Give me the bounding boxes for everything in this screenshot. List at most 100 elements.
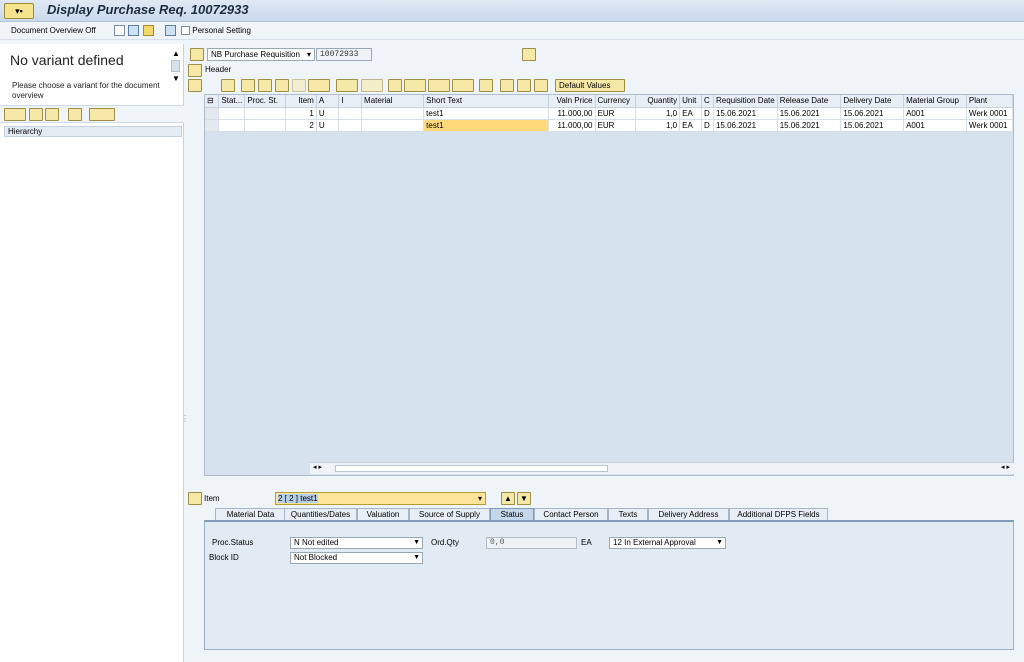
scroll-thumb[interactable] bbox=[171, 60, 180, 72]
table-cell[interactable]: D bbox=[701, 119, 714, 132]
sort-descending-icon[interactable] bbox=[258, 79, 272, 92]
purchase-requisition-cart-icon[interactable] bbox=[190, 48, 204, 61]
column-header[interactable]: Release Date bbox=[777, 95, 842, 108]
table-cell[interactable]: U bbox=[316, 107, 340, 120]
table-cell[interactable]: 15.06.2021 bbox=[713, 107, 778, 120]
table-cell[interactable] bbox=[361, 107, 425, 120]
scroll-up-icon[interactable]: ▲ bbox=[171, 49, 181, 58]
table-cell[interactable]: 11.000,00 bbox=[548, 107, 596, 120]
column-header[interactable]: Delivery Date bbox=[840, 95, 905, 108]
table-cell[interactable] bbox=[338, 119, 363, 132]
views-icon[interactable] bbox=[404, 79, 426, 92]
document-type-select[interactable]: NB Purchase Requisition ▾ bbox=[207, 48, 315, 61]
filter-icon[interactable] bbox=[308, 79, 330, 92]
new-document-icon[interactable] bbox=[114, 25, 125, 37]
row-selector[interactable] bbox=[205, 107, 220, 120]
print-preview-icon[interactable] bbox=[522, 48, 536, 61]
splitter-handle[interactable]: ⋮ bbox=[181, 414, 189, 423]
scroll-right-icon[interactable]: ◂ ▸ bbox=[1001, 463, 1010, 471]
account-assignment-icon[interactable] bbox=[534, 79, 548, 92]
table-cell[interactable] bbox=[244, 107, 287, 120]
table-cell[interactable]: EA bbox=[679, 107, 703, 120]
column-header[interactable]: Quantity bbox=[635, 95, 681, 108]
table-cell[interactable]: 2 bbox=[285, 119, 317, 132]
table-cell[interactable]: Werk 0001 bbox=[966, 119, 1014, 132]
table-cell[interactable]: A001 bbox=[903, 107, 967, 120]
column-header[interactable]: Material bbox=[361, 95, 425, 108]
document-number-field[interactable]: 10072933 bbox=[316, 48, 372, 61]
table-cell[interactable]: test1 bbox=[423, 107, 549, 120]
table-row[interactable]: 2 U test1 11.000,00 EUR 1,0 EA D 15.06.2… bbox=[205, 119, 1014, 132]
table-cell[interactable] bbox=[361, 119, 425, 132]
sort-ascending-icon[interactable] bbox=[241, 79, 255, 92]
info-icon[interactable] bbox=[479, 79, 493, 92]
export-icon[interactable] bbox=[428, 79, 450, 92]
find-icon[interactable] bbox=[68, 108, 82, 121]
table-cell[interactable]: Werk 0001 bbox=[966, 107, 1014, 120]
scroll-left-icon[interactable]: ◂ ▸ bbox=[313, 463, 322, 471]
subtotal-icon[interactable] bbox=[361, 79, 383, 92]
layout-icon[interactable] bbox=[452, 79, 474, 92]
column-header[interactable]: A bbox=[316, 95, 340, 108]
table-cell-selected[interactable]: test1 bbox=[423, 119, 549, 132]
document-overview-off-button[interactable]: Document Overview Off bbox=[11, 25, 96, 37]
table-cell[interactable]: 15.06.2021 bbox=[777, 107, 842, 120]
personal-setting-button[interactable]: Personal Setting bbox=[181, 25, 251, 37]
table-cell[interactable]: EUR bbox=[595, 119, 637, 132]
table-cell[interactable]: 11.000,00 bbox=[548, 119, 596, 132]
layout-button[interactable] bbox=[89, 108, 115, 121]
previous-item-button[interactable]: ▲ bbox=[501, 492, 515, 505]
table-cell[interactable]: 15.06.2021 bbox=[713, 119, 778, 132]
select-all-icon[interactable] bbox=[500, 79, 514, 92]
info-icon[interactable] bbox=[165, 25, 176, 37]
find-icon[interactable] bbox=[275, 79, 289, 92]
copy-icon[interactable] bbox=[29, 108, 43, 121]
column-header[interactable]: I bbox=[338, 95, 363, 108]
display-change-icon[interactable] bbox=[128, 25, 139, 37]
column-header[interactable]: Stat... bbox=[218, 95, 246, 108]
selection-variant-button[interactable] bbox=[4, 108, 26, 121]
approval-status-select[interactable]: 12 In External Approval ▼ bbox=[609, 537, 726, 549]
column-header[interactable]: Short Text bbox=[423, 95, 549, 108]
table-cell[interactable]: 1,0 bbox=[635, 107, 681, 120]
table-cell[interactable] bbox=[338, 107, 363, 120]
select-all-cell[interactable]: ⊟ bbox=[205, 95, 220, 108]
column-header[interactable]: Requisition Date bbox=[713, 95, 778, 108]
next-item-button[interactable]: ▼ bbox=[517, 492, 531, 505]
table-cell[interactable] bbox=[244, 119, 287, 132]
table-cell[interactable] bbox=[218, 107, 246, 120]
column-header[interactable]: Proc. St. bbox=[244, 95, 287, 108]
table-cell[interactable]: 15.06.2021 bbox=[840, 107, 905, 120]
system-menu-icon[interactable]: ▾▪ bbox=[4, 3, 34, 19]
grid-horizontal-scrollbar[interactable]: ◂ ▸ ◂ ▸ bbox=[310, 462, 1014, 474]
table-cell[interactable] bbox=[218, 119, 246, 132]
item-overview-collapse-icon[interactable] bbox=[188, 79, 202, 92]
print-icon[interactable] bbox=[388, 79, 402, 92]
default-values-button[interactable]: Default Values bbox=[555, 79, 625, 92]
other-document-icon[interactable] bbox=[143, 25, 154, 37]
table-cell[interactable]: 15.06.2021 bbox=[840, 119, 905, 132]
item-detail-collapse-icon[interactable] bbox=[188, 492, 202, 505]
scroll-thumb[interactable] bbox=[335, 465, 608, 472]
table-cell[interactable]: EUR bbox=[595, 107, 637, 120]
table-cell[interactable]: A001 bbox=[903, 119, 967, 132]
table-cell[interactable]: 1,0 bbox=[635, 119, 681, 132]
column-header[interactable]: Material Group bbox=[903, 95, 967, 108]
table-cell[interactable]: D bbox=[701, 107, 714, 120]
refresh-icon[interactable] bbox=[45, 108, 59, 121]
left-pane-scrollbar[interactable]: ▲ ▼ bbox=[171, 49, 181, 95]
table-cell[interactable]: 1 bbox=[285, 107, 317, 120]
table-row[interactable]: 1 U test1 11.000,00 EUR 1,0 EA D 15.06.2… bbox=[205, 107, 1014, 120]
column-header[interactable]: Currency bbox=[595, 95, 637, 108]
scroll-down-icon[interactable]: ▼ bbox=[171, 74, 181, 83]
sum-icon[interactable] bbox=[336, 79, 358, 92]
table-cell[interactable]: U bbox=[316, 119, 340, 132]
find-next-icon[interactable] bbox=[292, 79, 306, 92]
column-header[interactable]: Unit bbox=[679, 95, 703, 108]
ord-qty-field[interactable]: 0,0 bbox=[486, 537, 577, 549]
block-id-select[interactable]: Not Blocked ▼ bbox=[290, 552, 423, 564]
proc-status-select[interactable]: N Not edited ▼ bbox=[290, 537, 423, 549]
column-header[interactable]: Item bbox=[285, 95, 317, 108]
table-cell[interactable]: EA bbox=[679, 119, 703, 132]
item-select[interactable]: 2 [ 2 ] test1 ▾ bbox=[275, 492, 486, 505]
